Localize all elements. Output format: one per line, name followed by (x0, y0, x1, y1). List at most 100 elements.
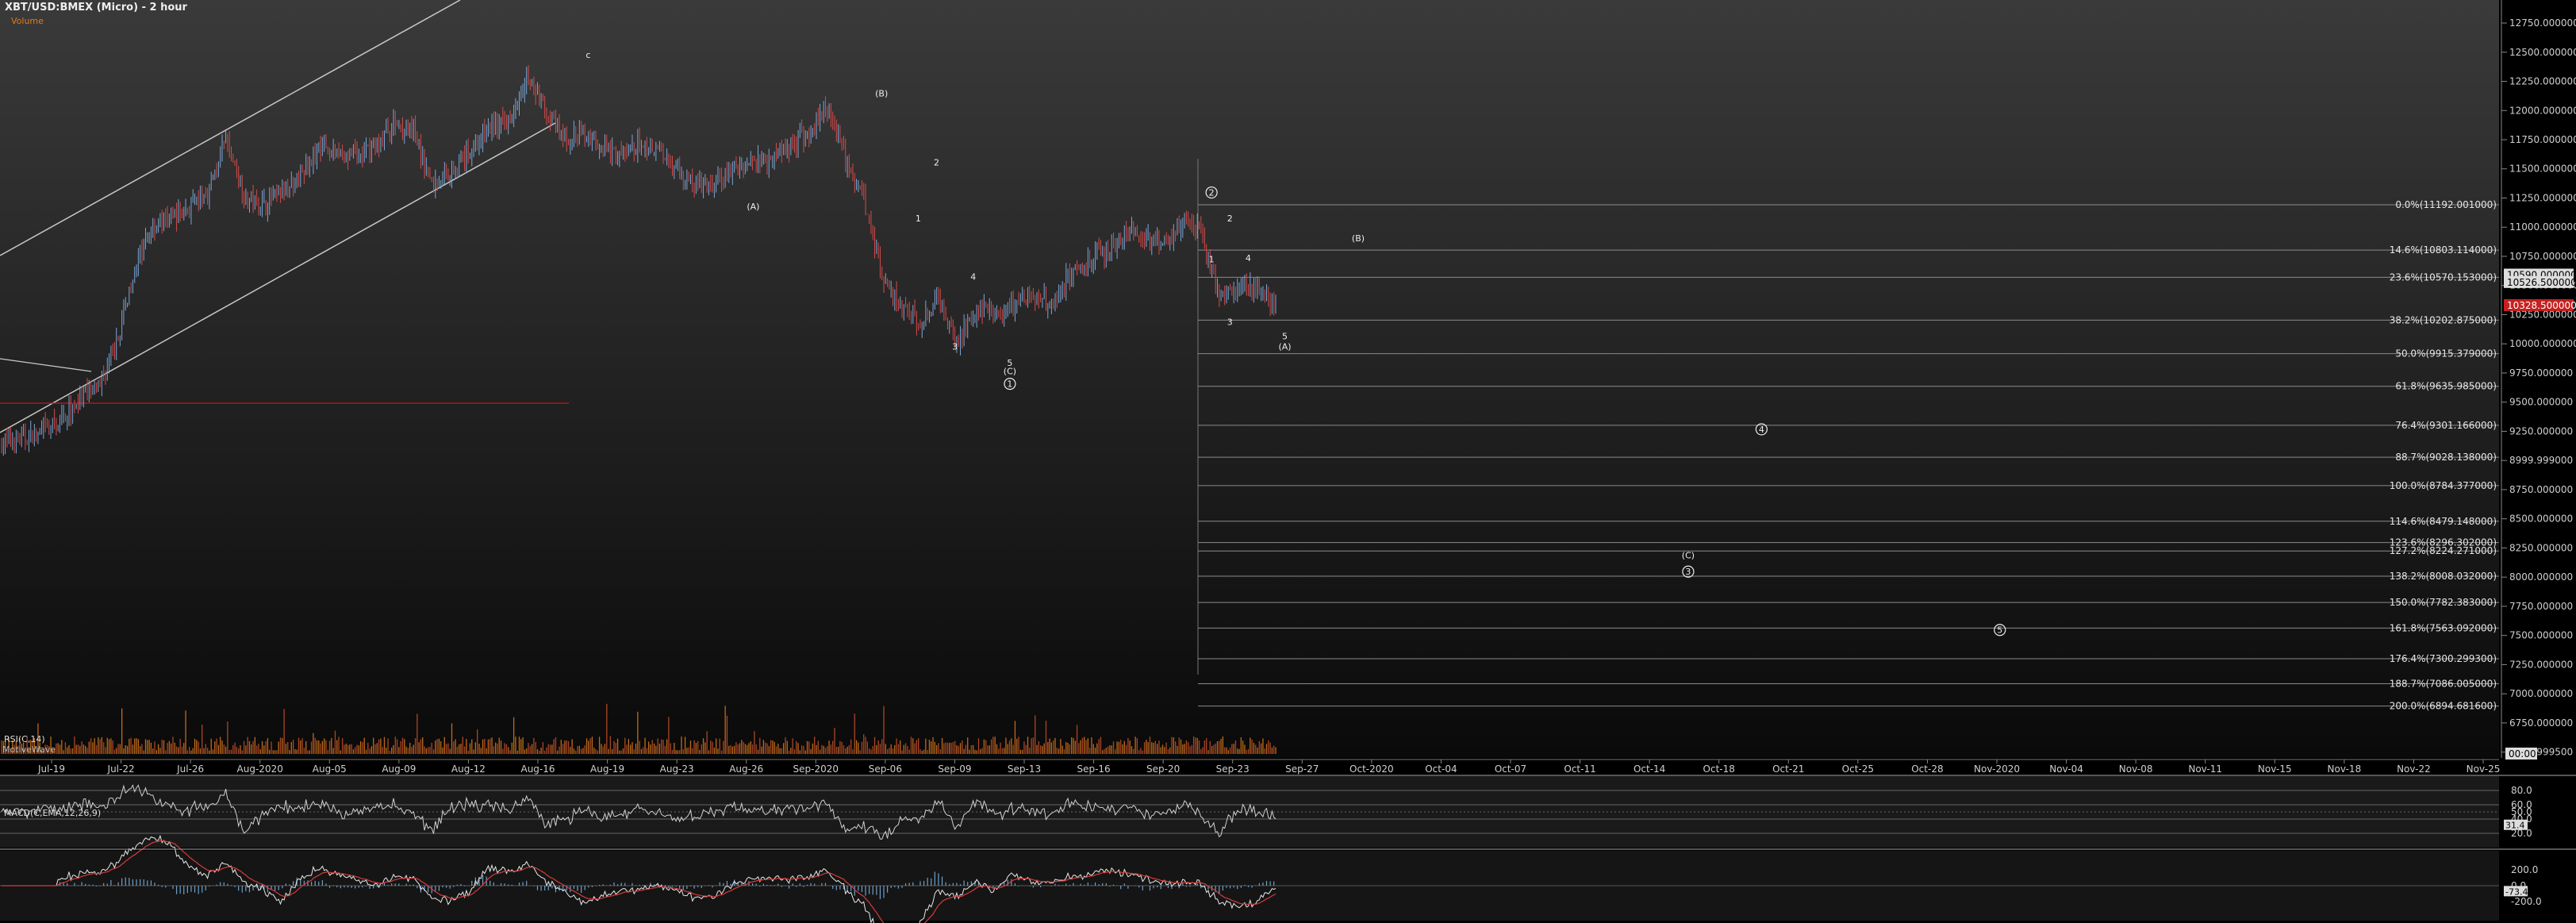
price-tick-label: 8500.000000 (2509, 513, 2573, 525)
fib-label: 100.0%(8784.377000) (2390, 480, 2497, 491)
fib-label: 188.7%(7086.005000) (2390, 679, 2497, 690)
macd-current: -73.4 (2505, 886, 2528, 897)
date-tick-label: Oct-25 (1842, 763, 1874, 775)
macd-tick-label: 200.0 (2511, 864, 2538, 875)
price-tick-label: 9500.000000 (2509, 397, 2573, 408)
price-tick-label: 12500.000000 (2509, 47, 2576, 58)
price-tick-label: 11750.000000 (2509, 134, 2576, 145)
date-tick-label: Oct-2020 (1349, 763, 1394, 775)
date-tick-label: Oct-07 (1495, 763, 1526, 775)
wave-label: (C) (1682, 551, 1695, 561)
wave-label: 3 (952, 342, 958, 352)
date-tick-label: Nov-08 (2119, 763, 2153, 775)
wave-label: 1 (1007, 379, 1012, 390)
wave-label: (B) (875, 89, 888, 99)
price-tick-label: 10750.000000 (2509, 251, 2576, 262)
date-tick-label: Sep-09 (938, 763, 971, 775)
date-tick-label: Jul-26 (176, 763, 204, 775)
price-tick-label: 12250.000000 (2509, 76, 2576, 87)
wave-label: 4 (1246, 253, 1251, 263)
price-axis: 12750.000000 12500.000000 12250.000000 1200… (2501, 0, 2576, 758)
date-tick-label: Nov-25 (2467, 763, 2501, 775)
wave-label: (B) (1352, 233, 1365, 244)
fib-label: 176.4%(7300.299300) (2390, 653, 2497, 664)
wave-label: 5 (1997, 625, 2002, 636)
date-tick-label: Sep-06 (869, 763, 902, 775)
fib-label: 50.0%(9915.379000) (2395, 348, 2497, 360)
fib-label: 76.4%(9301.166000) (2395, 420, 2497, 431)
wave-label: 5 (1282, 331, 1288, 341)
date-tick-label: Oct-28 (1911, 763, 1943, 775)
price-tick-label: 11000.000000 (2509, 221, 2576, 233)
price-tick-label: 7000.000000 (2509, 688, 2573, 699)
fib-label: 138.2%(8008.032000) (2390, 571, 2497, 582)
date-tick-label: Aug-05 (313, 763, 347, 775)
fib-label: 14.6%(10803.114000) (2390, 244, 2497, 256)
price-tick-label: 8999.999000 (2509, 455, 2573, 466)
price-tick-label: 9250.000000 (2509, 425, 2573, 437)
date-tick-label: Nov-18 (2328, 763, 2362, 775)
date-tick-label: Oct-14 (1634, 763, 1665, 775)
wave-label: (A) (747, 202, 759, 212)
price-tick-label: 12000.000000 (2509, 105, 2576, 116)
price-tick-label: 8000.000000 (2509, 571, 2573, 583)
date-tick-label: Aug-23 (660, 763, 694, 775)
price-tick-label: 7250.000000 (2509, 659, 2573, 670)
rsi-current: 31.4 (2505, 821, 2525, 831)
fib-label: 161.8%(7563.092000) (2390, 622, 2497, 633)
rsi-label: RSI(C,14) (4, 734, 45, 744)
fib-label: 23.6%(10570.153000) (2390, 271, 2497, 283)
wave-label: 3 (1227, 317, 1233, 328)
fib-label: 0.0%(11192.001000) (2395, 199, 2497, 210)
wave-label: 4 (1759, 425, 1764, 435)
date-tick-label: Aug-09 (382, 763, 416, 775)
fib-label: 200.0%(6894.681600) (2390, 701, 2497, 712)
price-tick-label: 10000.000000 (2509, 338, 2576, 349)
price-tag: 10328.500000 (2507, 300, 2576, 311)
price-pane (0, 0, 2499, 758)
date-tick-label: Aug-26 (729, 763, 763, 775)
chart-title: XBT/USD:BMEX (Micro) - 2 hour (5, 2, 187, 13)
date-tick-label: Aug-19 (590, 763, 624, 775)
fib-label: 88.7%(9028.138000) (2395, 452, 2497, 463)
rsi-tick-label: 80.0 (2511, 785, 2532, 796)
macd-tick-label: -200.0 (2511, 896, 2542, 907)
price-tick-label: 7500.000000 (2509, 630, 2573, 641)
wave-label: (C) (1004, 366, 1016, 376)
date-tick-label: Jul-22 (107, 763, 135, 775)
wave-label: (A) (1278, 342, 1291, 352)
fib-label: 61.8%(9635.985000) (2395, 381, 2497, 392)
wave-label: 2 (1209, 188, 1215, 198)
price-tick-label: 8250.000000 (2509, 542, 2573, 553)
date-tick-label: Aug-16 (520, 763, 555, 775)
volume-label: Volume (11, 16, 44, 26)
price-tick-label: 12750.000000 (2509, 17, 2576, 29)
wave-label: 2 (934, 157, 939, 167)
date-tick-label: Jul-19 (37, 763, 65, 775)
price-tick-label: 7750.000000 (2509, 601, 2573, 612)
wave-label: 4 (970, 271, 976, 282)
date-tick-label: Oct-04 (1425, 763, 1457, 775)
wave-label: 3 (1685, 567, 1691, 577)
fib-label: 127.2%(8224.271000) (2390, 545, 2497, 556)
date-tick-label: Nov-22 (2397, 763, 2431, 775)
date-tick-label: Oct-21 (1772, 763, 1804, 775)
date-tick-label: Oct-18 (1703, 763, 1735, 775)
date-tick-label: Nov-2020 (1974, 763, 2020, 775)
date-tick-label: Nov-11 (2188, 763, 2222, 775)
date-tick-label: Sep-13 (1008, 763, 1041, 775)
date-tick-label: Oct-11 (1564, 763, 1595, 775)
date-tick-label: Sep-20 (1146, 763, 1180, 775)
price-tick-label: 8750.000000 (2509, 484, 2573, 495)
time-corner-label: 00:00 (2509, 748, 2536, 760)
date-tick-label: Aug-12 (451, 763, 486, 775)
fib-label: 150.0%(7782.383000) (2390, 597, 2497, 608)
date-tick-label: Sep-2020 (793, 763, 839, 775)
wave-label: 1 (916, 213, 921, 224)
price-tick-label: 11500.000000 (2509, 163, 2576, 175)
date-tick-label: Aug-2020 (237, 763, 283, 775)
date-tick-label: Sep-27 (1285, 763, 1319, 775)
fib-label: 114.6%(8479.148000) (2390, 516, 2497, 527)
date-tick-label: Sep-16 (1077, 763, 1110, 775)
date-tick-label: Nov-15 (2258, 763, 2292, 775)
